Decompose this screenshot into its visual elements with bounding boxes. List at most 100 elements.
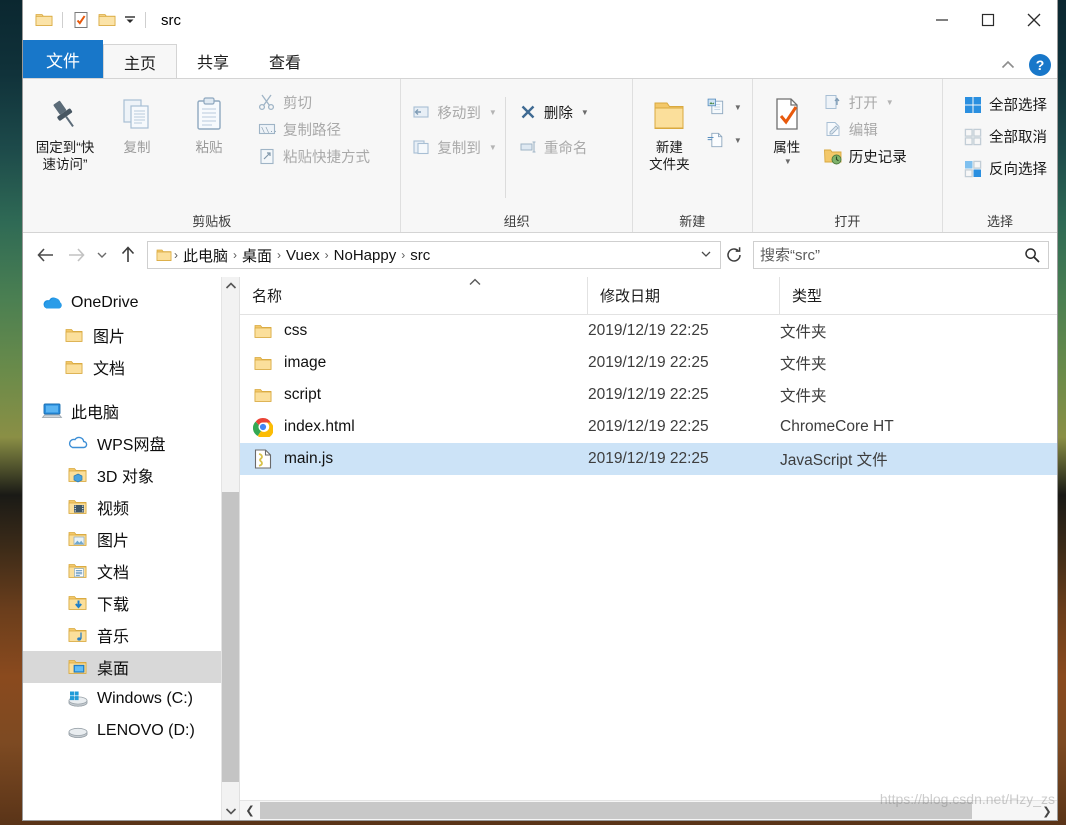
- table-row[interactable]: main.js 2019/12/19 22:25 JavaScript 文件: [240, 443, 1057, 475]
- hscroll-thumb[interactable]: [260, 802, 972, 819]
- collapse-ribbon-chevron-up-icon[interactable]: [997, 54, 1019, 76]
- pin-to-quick-access-button[interactable]: 固定到“快 速访问”: [29, 87, 101, 174]
- nav-scroll-thumb[interactable]: [222, 492, 239, 782]
- cut-button[interactable]: 剪切: [253, 89, 374, 115]
- ribbon-group-select-label: 选择: [986, 213, 1013, 229]
- hscroll-right-arrow-icon[interactable]: ❯: [1037, 801, 1057, 820]
- breadcrumb-item-vuex[interactable]: Vuex: [281, 247, 325, 264]
- copy-to-chevron-down-icon[interactable]: ▼: [489, 143, 497, 152]
- nav-item-3d-objects[interactable]: 3D 对象: [23, 459, 239, 491]
- qat-properties-icon[interactable]: [68, 7, 94, 33]
- table-row[interactable]: image 2019/12/19 22:25 文件夹: [240, 347, 1057, 379]
- table-row[interactable]: script 2019/12/19 22:25 文件夹: [240, 379, 1057, 411]
- select-none-button[interactable]: 全部取消: [959, 121, 1051, 152]
- column-header-name[interactable]: 名称: [240, 277, 588, 314]
- nav-scroll-down-arrow-icon[interactable]: [222, 802, 239, 820]
- search-icon[interactable]: [1022, 247, 1042, 263]
- nav-item-pictures[interactable]: 图片: [23, 523, 239, 555]
- tab-view[interactable]: 查看: [249, 44, 321, 78]
- scissors-icon: [257, 92, 277, 112]
- copy-path-button[interactable]: \\.. 复制路径: [253, 116, 374, 142]
- nav-item-wps-cloud[interactable]: WPS网盘: [23, 427, 239, 459]
- refresh-button[interactable]: [721, 246, 747, 264]
- back-button[interactable]: [31, 240, 61, 270]
- breadcrumb-item-nohappy[interactable]: NoHappy: [329, 247, 402, 264]
- delete-chevron-down-icon[interactable]: ▼: [581, 108, 589, 117]
- maximize-button[interactable]: [965, 0, 1011, 40]
- delete-button[interactable]: 删除 ▼: [514, 95, 593, 129]
- column-header-type[interactable]: 类型: [780, 277, 1057, 314]
- open-chevron-down-icon[interactable]: ▼: [886, 98, 894, 107]
- move-to-button[interactable]: 移动到 ▼: [407, 95, 500, 129]
- new-folder-button[interactable]: 新建 文件夹: [639, 87, 700, 174]
- easy-access-chevron-down-icon[interactable]: ▼: [734, 136, 742, 145]
- copy-to-button[interactable]: 复制到 ▼: [407, 130, 500, 164]
- select-all-button[interactable]: 全部选择: [959, 89, 1051, 120]
- qat-folder-icon[interactable]: [31, 7, 57, 33]
- move-to-chevron-down-icon[interactable]: ▼: [489, 108, 497, 117]
- properties-button[interactable]: 属性 ▼: [759, 87, 815, 166]
- move-to-label: 移动到: [437, 105, 481, 122]
- qat-separator: [62, 12, 63, 28]
- file-list-horizontal-scrollbar[interactable]: ❮ ❯ https://blog.csdn.net/Hzy_zs: [240, 791, 1057, 821]
- easy-access-button[interactable]: ▼: [702, 124, 746, 156]
- clipboard-small-commands: 剪切 \\.. 复制路径: [253, 87, 374, 169]
- paste-button[interactable]: 粘贴: [173, 87, 245, 157]
- copy-button[interactable]: 复制: [101, 87, 173, 157]
- close-button[interactable]: [1011, 0, 1057, 40]
- edit-button[interactable]: 编辑: [819, 116, 911, 142]
- paste-shortcut-button[interactable]: 粘贴快捷方式: [253, 143, 374, 169]
- hscroll-left-arrow-icon[interactable]: ❮: [240, 801, 260, 821]
- tab-file[interactable]: 文件: [23, 40, 103, 78]
- tab-home[interactable]: 主页: [103, 44, 178, 78]
- search-box[interactable]: [753, 241, 1049, 269]
- minimize-button[interactable]: [919, 0, 965, 40]
- tab-share[interactable]: 共享: [177, 44, 249, 78]
- breadcrumb-item-src[interactable]: src: [405, 247, 435, 264]
- breadcrumb-item-this-pc[interactable]: 此电脑: [178, 245, 233, 266]
- nav-scroll-up-arrow-icon[interactable]: [222, 277, 239, 295]
- forward-button[interactable]: [61, 240, 91, 270]
- new-item-button[interactable]: ▼: [702, 91, 746, 123]
- search-input[interactable]: [760, 246, 1022, 264]
- nav-item-onedrive-pictures[interactable]: 图片: [23, 319, 239, 351]
- pin-icon: [45, 91, 85, 135]
- folder-icon: [252, 352, 274, 374]
- open-button[interactable]: 打开 ▼: [819, 89, 911, 115]
- nav-item-onedrive[interactable]: OneDrive: [23, 287, 239, 319]
- rename-button[interactable]: 重命名: [514, 130, 593, 164]
- breadcrumb-bar[interactable]: › 此电脑 › 桌面 › Vuex › NoHappy › src: [147, 241, 721, 269]
- column-header-name-label: 名称: [252, 288, 283, 305]
- invert-selection-button[interactable]: 反向选择: [959, 153, 1051, 184]
- table-row[interactable]: css 2019/12/19 22:25 文件夹: [240, 315, 1057, 347]
- history-button[interactable]: 历史记录: [819, 143, 911, 169]
- nav-item-music[interactable]: 音乐: [23, 619, 239, 651]
- copy-icon: [117, 91, 157, 135]
- qat-new-folder-icon[interactable]: [94, 7, 120, 33]
- up-button[interactable]: [113, 240, 143, 270]
- recent-locations-chevron-down-icon[interactable]: [91, 240, 113, 270]
- nav-item-downloads[interactable]: 下载: [23, 587, 239, 619]
- nav-item-lenovo-d-label: LENOVO (D:): [97, 722, 195, 739]
- navigation-pane-scrollbar[interactable]: [221, 277, 239, 820]
- new-item-chevron-down-icon[interactable]: ▼: [734, 103, 742, 112]
- nav-item-onedrive-documents[interactable]: 文档: [23, 351, 239, 383]
- copy-path-icon: \\..: [257, 119, 277, 139]
- nav-item-windows-c[interactable]: Windows (C:): [23, 683, 239, 715]
- breadcrumb-dropdown-chevron-down-icon[interactable]: [694, 249, 718, 262]
- help-button[interactable]: ?: [1029, 54, 1051, 76]
- table-row[interactable]: index.html 2019/12/19 22:25 ChromeCore H…: [240, 411, 1057, 443]
- nav-item-this-pc[interactable]: 此电脑: [23, 395, 239, 427]
- qat-customize-chevron-down-icon[interactable]: [120, 7, 140, 33]
- nav-item-desktop[interactable]: 桌面: [23, 651, 239, 683]
- properties-chevron-down-icon[interactable]: ▼: [784, 157, 792, 166]
- nav-item-lenovo-d[interactable]: LENOVO (D:): [23, 715, 239, 747]
- navigation-pane: OneDrive 图片 文档 此电脑 WPS网盘 3D 对象 视频 图片 文档 …: [23, 277, 239, 820]
- breadcrumb-item-desktop[interactable]: 桌面: [237, 245, 277, 266]
- folder-documents-icon: [67, 560, 89, 582]
- new-small-commands: ▼ ▼: [702, 87, 746, 156]
- column-header-date-modified[interactable]: 修改日期: [588, 277, 780, 314]
- nav-item-documents[interactable]: 文档: [23, 555, 239, 587]
- edit-icon: [823, 119, 843, 139]
- nav-item-videos[interactable]: 视频: [23, 491, 239, 523]
